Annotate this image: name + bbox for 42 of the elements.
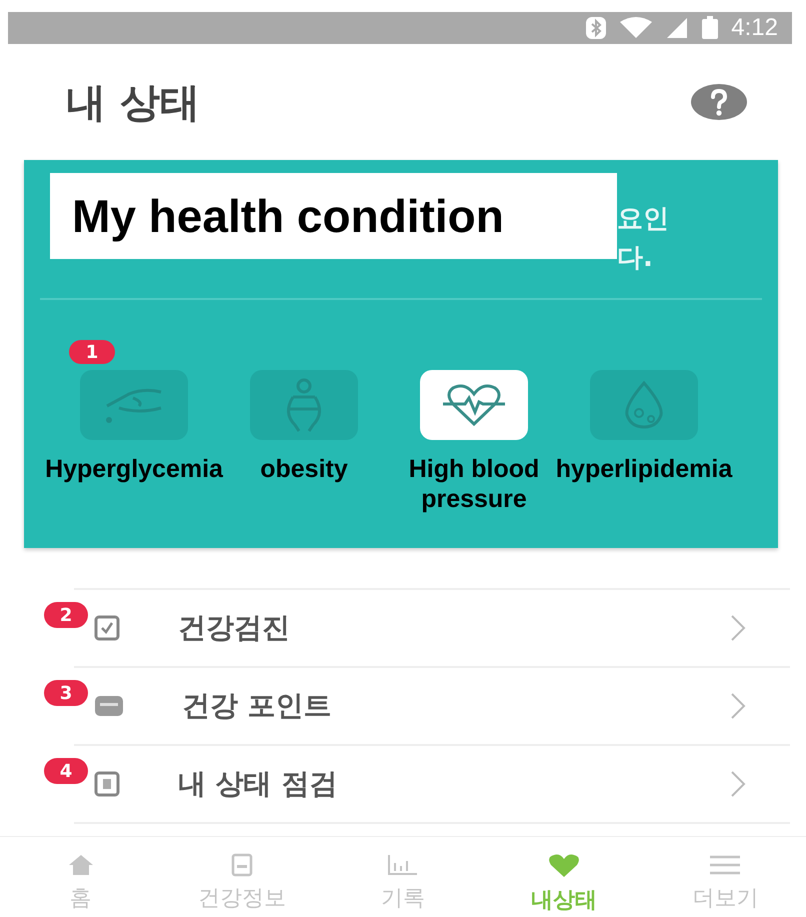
page-title: 내 상태 bbox=[66, 78, 200, 128]
category-tile[interactable] bbox=[80, 370, 188, 440]
category-label: High blood pressure bbox=[408, 454, 540, 514]
menu-icon bbox=[708, 853, 742, 877]
help-icon bbox=[690, 82, 748, 122]
category-label: obesity bbox=[260, 454, 348, 484]
annotation-label: My health condition bbox=[50, 173, 617, 259]
heart-icon bbox=[547, 853, 582, 879]
menu-item[interactable]: 건강검진 bbox=[74, 590, 790, 668]
chevron-right-icon bbox=[730, 692, 746, 720]
nav-tab[interactable]: 내상태 bbox=[484, 837, 645, 917]
bluetooth-icon bbox=[585, 16, 608, 40]
card-message-fragment: 요인 bbox=[617, 203, 669, 236]
home-icon bbox=[66, 853, 95, 877]
status-time: 4:12 bbox=[731, 14, 778, 42]
number-badge: 3 bbox=[44, 680, 88, 706]
number-badge: 2 bbox=[44, 602, 88, 628]
help-button[interactable] bbox=[690, 82, 748, 122]
wifi-icon bbox=[619, 16, 654, 40]
menu-item[interactable]: 건강 포인트 bbox=[74, 668, 790, 746]
checkbox-icon bbox=[94, 615, 120, 641]
document-icon bbox=[94, 771, 120, 797]
nav-tab[interactable]: 홈 bbox=[0, 837, 162, 917]
signal-icon bbox=[665, 16, 690, 40]
nav-tab[interactable]: 건강정보 bbox=[161, 837, 322, 917]
category-tile[interactable] bbox=[250, 370, 358, 440]
chevron-right-icon bbox=[730, 770, 746, 798]
category-tile[interactable] bbox=[590, 370, 698, 440]
chevron-right-icon bbox=[730, 614, 746, 642]
category-label: Hyperglycemia bbox=[45, 454, 223, 484]
number-badge: 4 bbox=[44, 758, 88, 784]
category-label: hyperlipidemia bbox=[556, 454, 732, 484]
chart-icon bbox=[386, 853, 420, 877]
nav-tab[interactable]: 더보기 bbox=[644, 837, 806, 917]
number-badge: 1 bbox=[69, 340, 115, 364]
nav-tab[interactable]: 기록 bbox=[322, 837, 484, 917]
category-tile[interactable] bbox=[420, 370, 528, 440]
battery-icon bbox=[701, 16, 720, 40]
document-icon bbox=[230, 853, 253, 877]
card-message-fragment: 다. bbox=[617, 242, 654, 275]
menu-item[interactable]: 내 상태 점검 bbox=[74, 746, 790, 824]
card-icon bbox=[94, 694, 124, 718]
